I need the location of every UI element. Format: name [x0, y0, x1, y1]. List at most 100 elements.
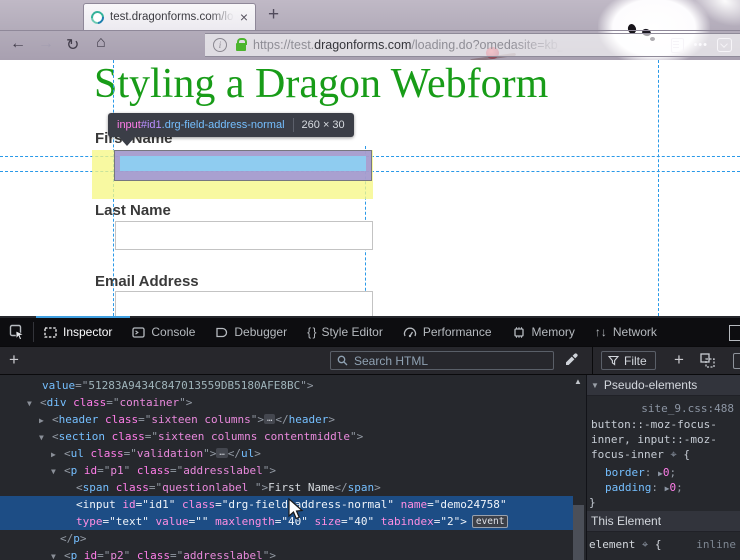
markup-scrollbar-thumb[interactable]	[573, 505, 584, 560]
page-actions-icon[interactable]: •••	[693, 39, 708, 51]
devtools-tab-performance[interactable]: Performance	[393, 318, 502, 346]
pseudo-elements-header[interactable]: ▼ Pseudo-elements	[587, 375, 740, 396]
markup-line[interactable]: <input id="id1" class="drg-field-address…	[0, 496, 573, 513]
code-segment: class	[137, 549, 170, 560]
url-subdomain: test.	[291, 38, 315, 52]
eyedropper-button[interactable]	[564, 352, 579, 370]
code-segment: "	[387, 498, 400, 511]
code-segment: ">	[263, 464, 276, 477]
markup-line[interactable]: type="text" value="" maxlength="40" size…	[0, 513, 573, 530]
code-segment: ul	[71, 447, 84, 460]
collapsed-children-badge[interactable]: …	[264, 414, 275, 424]
devtools-tab-console[interactable]: Console	[122, 318, 205, 346]
rule-property[interactable]: border: ▶0;	[605, 466, 676, 479]
markup-tree: value="51283A9434C847013559DB5180AFE8BC"…	[0, 375, 573, 560]
dock-options-icon[interactable]	[729, 325, 740, 341]
expand-arrow-closed[interactable]: ▶	[39, 412, 44, 429]
code-segment: ">	[255, 481, 268, 494]
code-segment: ">	[179, 396, 192, 409]
collapsed-children-badge[interactable]: …	[216, 448, 227, 458]
pseudo-class-panel-icon[interactable]	[700, 353, 715, 371]
code-segment: addresslabel	[183, 549, 262, 560]
browser-tab[interactable]: test.dragonforms.com/loading ×	[83, 3, 256, 30]
search-html-input[interactable]: Search HTML	[330, 351, 554, 370]
event-badge[interactable]: event	[472, 515, 509, 528]
email-input[interactable]	[115, 291, 373, 316]
highlight-selector-icon[interactable]: ⌖	[670, 448, 676, 461]
url-bar[interactable]: i https://test.dragonforms.com/loading.d…	[205, 33, 740, 57]
code-segment: ="	[97, 549, 110, 560]
code-segment: sixteen columns	[151, 413, 250, 426]
markup-line[interactable]: value="51283A9434C847013559DB5180AFE8BC"…	[0, 377, 573, 394]
markup-line[interactable]: ▼<div class="container">	[0, 394, 573, 411]
code-segment: class	[91, 447, 124, 460]
markup-line[interactable]: </p>	[0, 530, 573, 547]
expand-arrow-open[interactable]: ▼	[27, 395, 32, 412]
expand-arrow-open[interactable]: ▼	[51, 548, 56, 560]
this-element-header[interactable]: This Element	[587, 511, 740, 532]
url-text[interactable]: https://test.dragonforms.com/loading.do?…	[253, 38, 667, 52]
markup-line[interactable]: ▼<p id="p1" class="addresslabel">	[0, 462, 573, 479]
expand-arrow-closed[interactable]: ▶	[51, 446, 56, 463]
filter-styles-button[interactable]: Filte	[601, 351, 656, 370]
code-segment: "	[124, 549, 137, 560]
devtools-tab-memory[interactable]: Memory	[502, 318, 585, 346]
expand-arrow-open[interactable]: ▼	[39, 429, 44, 446]
code-segment: ul	[241, 447, 254, 460]
network-icon: ↑↓	[595, 325, 607, 339]
pocket-icon[interactable]	[717, 38, 732, 52]
devtools-tab-inspector[interactable]: Inspector	[34, 318, 122, 346]
code-segment: ="	[97, 464, 110, 477]
code-segment: ">	[350, 430, 363, 443]
reader-mode-icon[interactable]	[671, 38, 684, 53]
code-segment: questionlabel	[162, 481, 255, 494]
new-tab-button[interactable]: +	[268, 4, 279, 26]
element-picker-button[interactable]	[0, 322, 34, 342]
code-segment: ">	[203, 447, 216, 460]
element-style-rule[interactable]: element ⌖ {	[589, 538, 661, 552]
rules-panel: ▼ Pseudo-elements site_9.css:488 button:…	[587, 375, 740, 560]
https-lock-icon[interactable]	[236, 43, 246, 51]
markup-line[interactable]: ▼<p id="p2" class="addresslabel">	[0, 547, 573, 560]
code-segment: ="	[106, 396, 119, 409]
code-segment: ="	[427, 498, 440, 511]
rule-source-link[interactable]: site_9.css:488	[641, 402, 734, 415]
code-segment: ="	[434, 515, 447, 528]
markup-line[interactable]: <span class="questionlabel ">First Name<…	[0, 479, 573, 496]
reload-button[interactable]: ↻	[66, 35, 79, 55]
tooltip-tag: input	[117, 119, 141, 131]
tab-close-icon[interactable]: ×	[240, 12, 248, 22]
screen: test.dragonforms.com/loading × + ← → ↻ ⌂…	[0, 0, 740, 560]
markup-line[interactable]: ▶<ul class="validation">…</ul>	[0, 445, 573, 462]
scroll-up-arrow-icon[interactable]: ▲	[574, 377, 582, 386]
add-node-button[interactable]: +	[9, 350, 19, 370]
last-name-input[interactable]	[115, 221, 373, 250]
back-button[interactable]: ←	[10, 35, 26, 53]
code-segment: size	[314, 515, 341, 528]
devtools-tab-debugger[interactable]: Debugger	[205, 318, 297, 346]
forward-button[interactable]: →	[38, 35, 54, 53]
home-button[interactable]: ⌂	[96, 34, 106, 52]
highlight-selector-icon[interactable]: ⌖	[642, 538, 648, 551]
add-rule-button[interactable]: +	[674, 350, 684, 370]
devtools-tab-style-editor[interactable]: { } Style Editor	[297, 318, 393, 346]
markup-line[interactable]: ▼<section class="sixteen columns content…	[0, 428, 573, 445]
inspector-tooltip: input#id1.drg-field-address-normal 260 ×…	[108, 113, 354, 137]
code-segment: "	[500, 498, 507, 511]
markup-line[interactable]: ▶<header class="sixteen columns">…</head…	[0, 411, 573, 428]
devtools-tab-network[interactable]: ↑↓ Network	[585, 318, 667, 346]
code-segment: span	[83, 481, 110, 494]
code-segment: =""	[189, 515, 216, 528]
code-segment: ">	[251, 413, 264, 426]
code-segment: p2	[110, 549, 123, 560]
page-info-icon[interactable]: i	[213, 38, 227, 52]
code-segment: class	[182, 498, 215, 511]
animations-panel-icon[interactable]	[733, 353, 740, 369]
code-segment: class	[73, 396, 106, 409]
code-segment: id	[122, 498, 135, 511]
rule-property[interactable]: padding: ▶0;	[605, 481, 683, 494]
highlight-content-overlay	[120, 156, 366, 171]
expand-arrow-open[interactable]: ▼	[51, 463, 56, 480]
inspector-icon	[44, 326, 57, 339]
code-segment: "	[124, 464, 137, 477]
